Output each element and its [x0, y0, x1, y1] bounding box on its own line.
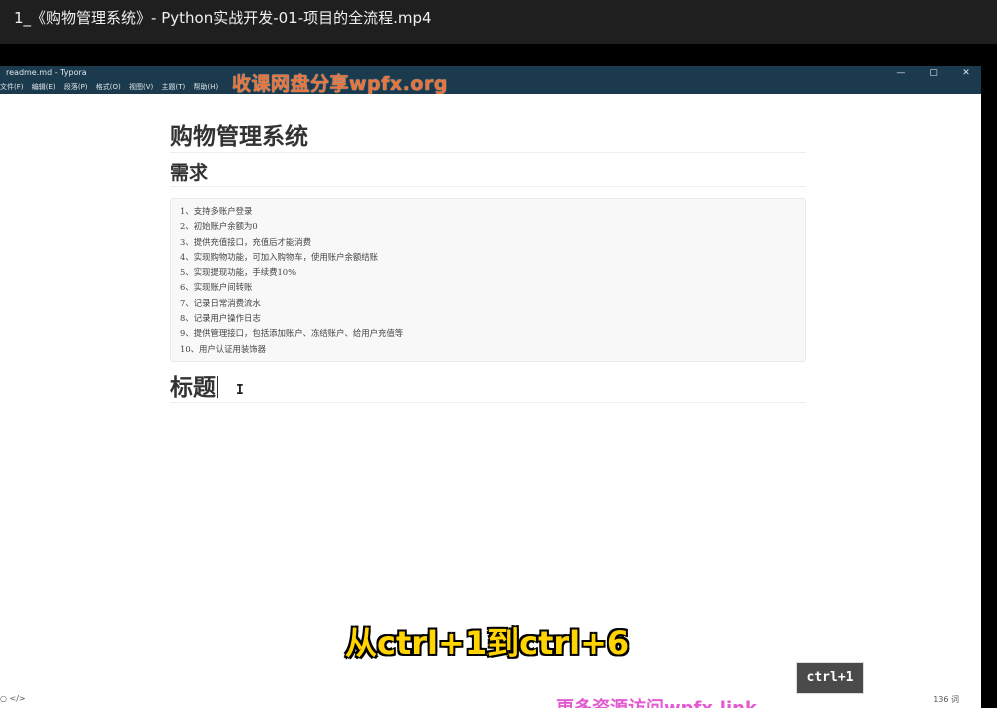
code-line: 9、提供管理接口，包括添加账户、冻结账户、给用户充值等 — [180, 328, 404, 339]
close-button[interactable]: ✕ — [951, 66, 981, 80]
maximize-button[interactable]: ▢ — [918, 66, 948, 80]
menu-view[interactable]: 视图(V) — [129, 80, 153, 94]
channel-logo: ctrl+1 — [796, 662, 864, 694]
menu-bar: 文件(F) 编辑(E) 段落(P) 格式(O) 视图(V) 主题(T) 帮助(H… — [0, 80, 981, 94]
document-title: 购物管理系统 — [170, 122, 806, 153]
menu-file[interactable]: 文件(F) — [0, 80, 24, 94]
menu-help[interactable]: 帮助(H) — [193, 80, 218, 94]
menu-edit[interactable]: 编辑(E) — [32, 80, 56, 94]
code-line: 1、支持多账户登录 — [180, 206, 253, 216]
menu-paragraph[interactable]: 段落(P) — [64, 80, 88, 94]
menu-theme[interactable]: 主题(T) — [162, 80, 186, 94]
status-left-icons[interactable]: ○ </> — [0, 694, 26, 703]
section-heading-requirements: 需求 — [170, 162, 806, 187]
code-line: 6、实现账户间转账 — [180, 282, 253, 293]
window-title: readme.md - Typora — [6, 68, 87, 77]
video-subtitle: 从ctrl+1到ctrl+6 — [344, 623, 630, 663]
menu-format[interactable]: 格式(O) — [96, 80, 121, 94]
watermark-top: 收课网盘分享wpfx.org — [232, 73, 448, 95]
watermark-bottom: 更多资源访问wpfx.link — [556, 694, 757, 708]
ibeam-cursor-icon: I — [236, 382, 244, 398]
editor-document[interactable]: 购物管理系统 需求 1、支持多账户登录 2、初始账户余额为0 3、提供充值接口，… — [170, 122, 806, 403]
text-caret — [217, 375, 218, 398]
window-titlebar[interactable]: readme.md - Typora — ▢ ✕ — [0, 66, 981, 80]
code-line: 7、记录日常消费流水 — [180, 297, 261, 308]
window-controls: — ▢ ✕ — [886, 66, 981, 80]
heading-text: 标题 — [170, 373, 216, 400]
code-line: 3、提供充值接口，充值后才能消费 — [180, 236, 311, 247]
code-line: 5、实现提现功能，手续费10% — [180, 267, 297, 278]
word-count[interactable]: 136 词 — [933, 694, 959, 705]
video-title: 1_《购物管理系统》- Python实战开发-01-项目的全流程.mp4 — [14, 9, 432, 27]
video-player-titlebar: 1_《购物管理系统》- Python实战开发-01-项目的全流程.mp4 — [0, 0, 997, 44]
code-line: 4、实现购物功能，可加入购物车，使用账户余额结账 — [180, 251, 378, 262]
typora-window: readme.md - Typora — ▢ ✕ 文件(F) 编辑(E) 段落(… — [0, 66, 981, 708]
minimize-button[interactable]: — — [886, 66, 916, 80]
heading-being-edited[interactable]: 标题 I — [170, 372, 806, 403]
code-line: 10、用户认证用装饰器 — [180, 343, 267, 354]
code-line: 2、初始账户余额为0 — [180, 221, 258, 232]
code-line: 8、记录用户操作日志 — [180, 313, 261, 324]
code-block[interactable]: 1、支持多账户登录 2、初始账户余额为0 3、提供充值接口，充值后才能消费 4、… — [170, 198, 806, 362]
